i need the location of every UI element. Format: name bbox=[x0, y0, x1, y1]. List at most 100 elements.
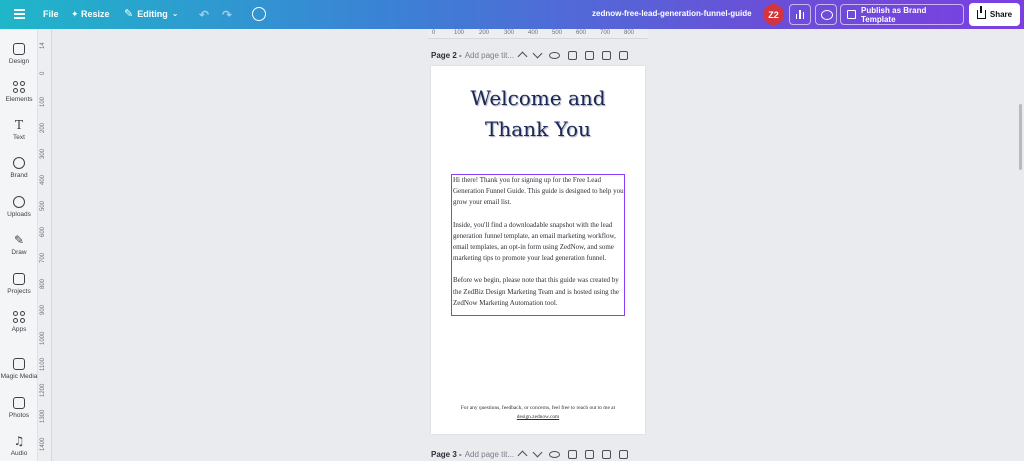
comment-button[interactable] bbox=[815, 4, 837, 25]
footer-text[interactable]: For any questions, feedback, or concerns… bbox=[441, 404, 635, 422]
template-icon bbox=[847, 10, 856, 19]
redo-icon[interactable]: ↷ bbox=[222, 8, 232, 22]
ruler-label: 100 bbox=[40, 96, 46, 107]
vertical-scrollbar[interactable] bbox=[1019, 104, 1022, 170]
file-menu-button[interactable]: File bbox=[43, 9, 59, 19]
page-number: Page 3 - bbox=[431, 449, 462, 459]
sidebar-item-label: Uploads bbox=[7, 211, 31, 218]
insights-button[interactable] bbox=[789, 4, 811, 25]
sidebar-item-label: Design bbox=[8, 58, 30, 65]
ruler-label: 400 bbox=[40, 174, 46, 185]
ruler-label: 300 bbox=[504, 30, 515, 36]
draw-icon: ✎ bbox=[13, 233, 25, 247]
sidebar-item-brand[interactable]: Brand bbox=[0, 157, 38, 179]
ruler-label: 400 bbox=[528, 30, 539, 36]
page-number: Page 2 - bbox=[431, 50, 462, 60]
sidebar-item-photos[interactable]: Photos bbox=[0, 397, 38, 419]
page-heading[interactable]: Welcome and Thank You bbox=[431, 83, 645, 145]
sidebar-item-apps[interactable]: Apps bbox=[0, 311, 38, 333]
ruler-label: 1400 bbox=[40, 437, 46, 451]
page-3-header: Page 3 - Add page tit... bbox=[431, 447, 647, 461]
ruler-label: 300 bbox=[40, 148, 46, 159]
body-paragraph: Before we begin, please note that this g… bbox=[453, 276, 619, 307]
duplicate-icon[interactable] bbox=[585, 50, 594, 60]
sidebar-item-label: Apps bbox=[11, 326, 27, 333]
add-page-icon[interactable] bbox=[619, 449, 628, 459]
ruler-label: 700 bbox=[600, 30, 611, 36]
trash-icon[interactable] bbox=[602, 449, 611, 459]
share-icon bbox=[976, 6, 986, 19]
photos-icon bbox=[13, 397, 25, 409]
page-2-canvas[interactable]: Welcome and Thank You Hi there! Thank yo… bbox=[431, 66, 645, 434]
ruler-label: 1000 bbox=[40, 331, 46, 345]
bar-chart-icon bbox=[799, 10, 801, 19]
undo-icon[interactable]: ↶ bbox=[199, 8, 209, 22]
sidebar-item-label: Photos bbox=[8, 412, 30, 419]
heading-line: Welcome and bbox=[470, 86, 606, 110]
sidebar-item-uploads[interactable]: Uploads bbox=[0, 196, 38, 218]
horizontal-ruler: 0 100 200 300 400 500 600 700 800 bbox=[428, 29, 648, 39]
bar-chart-icon bbox=[802, 12, 805, 19]
ruler-label: 14 bbox=[40, 42, 46, 49]
lock-icon[interactable] bbox=[568, 50, 577, 60]
hide-icon[interactable] bbox=[549, 450, 560, 458]
sidebar-item-audio[interactable]: ♫ Audio bbox=[0, 435, 38, 457]
chevron-down-icon[interactable] bbox=[532, 447, 543, 458]
page-title-input[interactable]: Add page tit... bbox=[465, 51, 514, 60]
brand-icon bbox=[13, 157, 25, 169]
sidebar-item-label: Text bbox=[13, 134, 25, 141]
avatar[interactable]: Z2 bbox=[763, 4, 784, 25]
ruler-label: 0 bbox=[432, 30, 436, 36]
sidebar-item-projects[interactable]: Projects bbox=[0, 273, 38, 295]
editing-label: Editing bbox=[137, 8, 168, 19]
elements-icon bbox=[13, 81, 25, 93]
top-toolbar: File ✦ Resize ✎ Editing ⌄ ↶ ↷ zednow-fre… bbox=[0, 0, 1024, 29]
uploads-icon bbox=[13, 196, 25, 208]
page-title-input[interactable]: Add page tit... bbox=[465, 450, 514, 459]
design-icon bbox=[13, 43, 25, 55]
bar-chart-icon bbox=[795, 14, 798, 19]
sidebar-item-label: Audio bbox=[10, 450, 28, 457]
sidebar-item-label: Projects bbox=[7, 288, 31, 295]
sidebar-item-label: Brand bbox=[10, 172, 28, 179]
sidebar-item-text[interactable]: T Text bbox=[0, 119, 38, 141]
sidebar-item-draw[interactable]: ✎ Draw bbox=[0, 234, 38, 256]
resize-button[interactable]: ✦ Resize bbox=[71, 9, 110, 20]
page-2-header: Page 2 - Add page tit... bbox=[431, 48, 647, 62]
ruler-label: 600 bbox=[576, 30, 587, 36]
page-actions bbox=[517, 48, 628, 62]
trash-icon[interactable] bbox=[602, 50, 611, 60]
document-title[interactable]: zednow-free-lead-generation-funnel-guide bbox=[592, 9, 752, 18]
ruler-label: 0 bbox=[40, 71, 46, 75]
heading-line: Thank You bbox=[485, 117, 591, 141]
add-page-icon[interactable] bbox=[619, 50, 628, 60]
pencil-icon: ✎ bbox=[124, 8, 134, 20]
ruler-label: 100 bbox=[454, 30, 465, 36]
ruler-label: 200 bbox=[40, 122, 46, 133]
sidebar-item-design[interactable]: Design bbox=[0, 43, 38, 65]
footer-link[interactable]: design.zednow.com bbox=[441, 413, 635, 422]
projects-icon bbox=[13, 273, 25, 285]
chevron-up-icon[interactable] bbox=[517, 51, 528, 62]
chevron-down-icon[interactable] bbox=[532, 48, 543, 59]
sidebar-item-magic-media[interactable]: Magic Media bbox=[0, 358, 38, 380]
ruler-label: 500 bbox=[552, 30, 563, 36]
selected-text-box[interactable]: Hi there! Thank you for signing up for t… bbox=[451, 174, 625, 316]
ruler-label: 900 bbox=[40, 304, 46, 315]
publish-brand-template-button[interactable]: Publish as Brand Template bbox=[840, 4, 964, 25]
menu-icon[interactable] bbox=[14, 9, 25, 19]
cloud-save-icon[interactable] bbox=[252, 7, 266, 21]
ruler-label: 800 bbox=[40, 278, 46, 289]
share-button[interactable]: Share bbox=[969, 3, 1020, 26]
body-paragraph: Inside, you'll find a downloadable snaps… bbox=[453, 220, 616, 263]
ruler-label: 200 bbox=[479, 30, 490, 36]
sidebar-item-elements[interactable]: Elements bbox=[0, 81, 38, 103]
lock-icon[interactable] bbox=[568, 449, 577, 459]
audio-icon: ♫ bbox=[13, 434, 25, 448]
sidebar-item-label: Draw bbox=[11, 249, 27, 256]
hide-icon[interactable] bbox=[549, 51, 560, 59]
editing-mode-button[interactable]: ✎ Editing ⌄ bbox=[124, 7, 178, 20]
chevron-up-icon[interactable] bbox=[517, 450, 528, 461]
duplicate-icon[interactable] bbox=[585, 449, 594, 459]
left-sidebar: Design Elements T Text Brand Uploads ✎ D… bbox=[0, 29, 38, 461]
